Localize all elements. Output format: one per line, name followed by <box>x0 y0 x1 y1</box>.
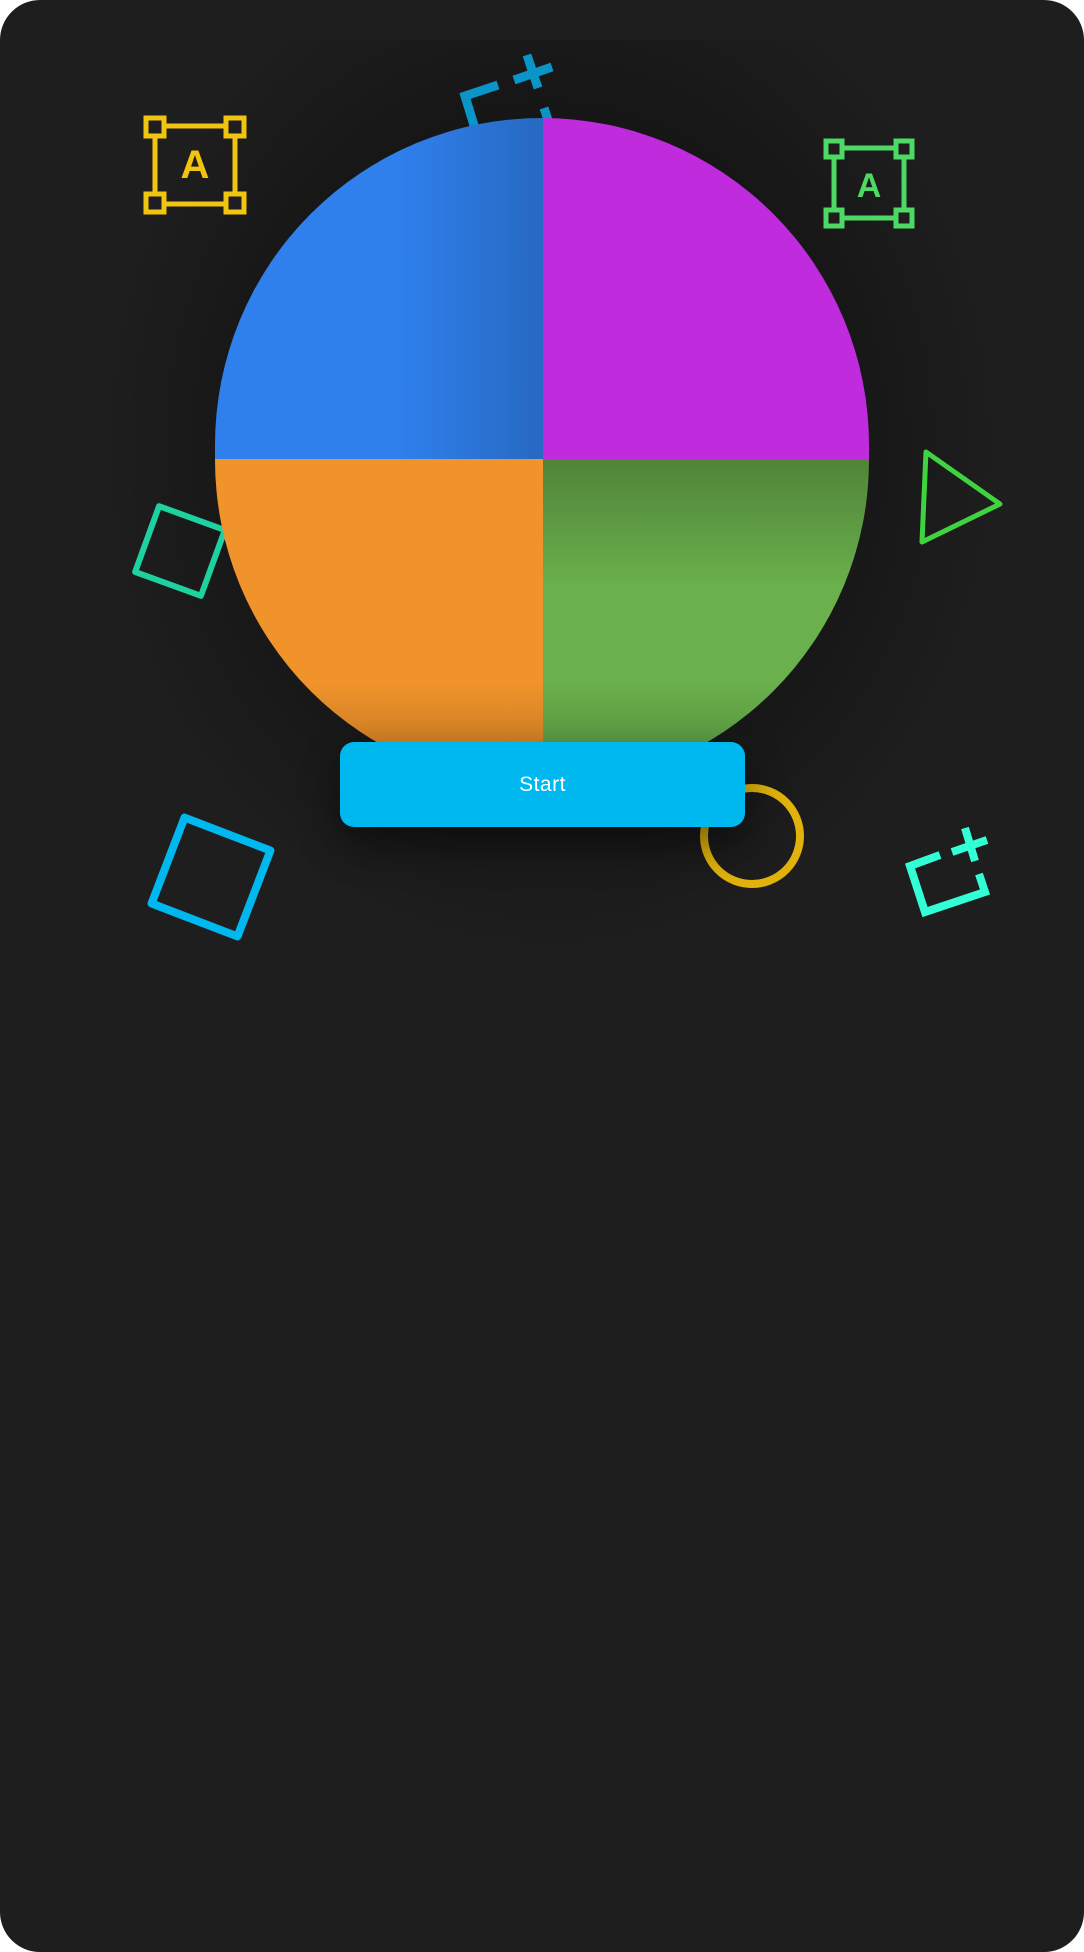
text-box-letter: A <box>181 143 210 187</box>
crop-icon <box>905 826 991 918</box>
square-icon <box>147 813 275 941</box>
color-wheel <box>215 118 869 778</box>
triangle-icon <box>919 449 1003 545</box>
square-icon <box>132 503 228 599</box>
wheel-segment-purple <box>543 118 869 459</box>
start-button[interactable]: Start <box>340 742 745 827</box>
game-screen: A A Start <box>0 0 1084 1952</box>
